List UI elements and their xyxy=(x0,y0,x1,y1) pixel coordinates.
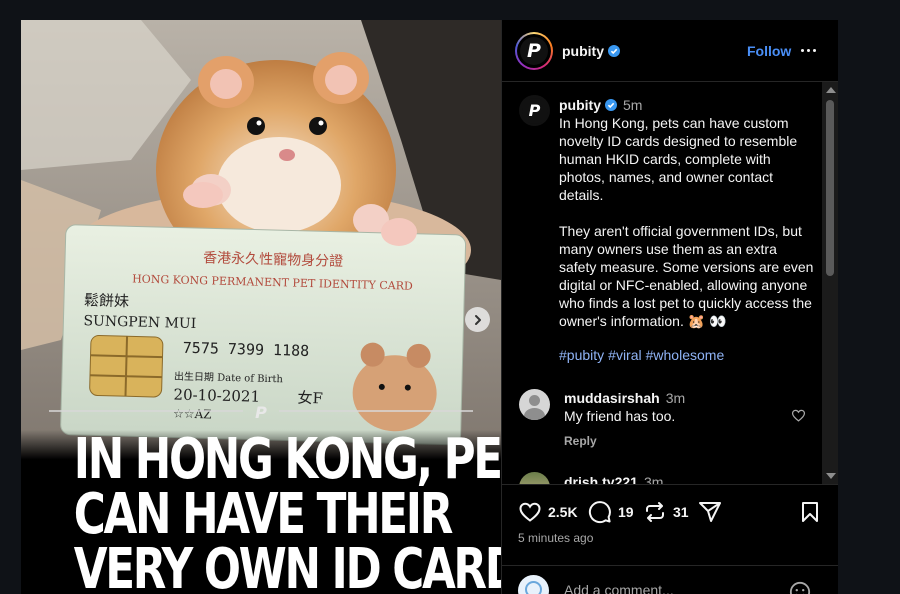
verified-badge-icon xyxy=(605,99,617,111)
heart-icon xyxy=(519,502,541,522)
follow-button[interactable]: Follow xyxy=(747,43,791,59)
pubity-logo-icon: P xyxy=(520,37,548,65)
author-username-text: pubity xyxy=(562,43,604,59)
user-avatar-icon xyxy=(525,581,542,594)
repost-icon xyxy=(646,502,664,522)
send-paper-plane-icon xyxy=(699,502,721,522)
reply-button[interactable]: Reply xyxy=(564,434,597,448)
comment-header: drish.ty221 3m xyxy=(564,474,663,484)
repost-button[interactable]: 31 xyxy=(643,500,689,524)
repost-count: 31 xyxy=(673,504,689,520)
emoji-icon[interactable] xyxy=(789,581,811,594)
post-headline: IN HONG KONG, PETS CAN HAVE THEIR VERY O… xyxy=(73,427,501,594)
more-options-icon[interactable] xyxy=(800,42,818,58)
caption-username[interactable]: pubity xyxy=(559,97,601,113)
headline-line: IN HONG KONG, PETS xyxy=(73,427,501,492)
caption-hashtags: #pubity #viral #wholesome xyxy=(559,347,728,363)
card-dob: 20-10-2021 xyxy=(173,385,260,405)
caption-text: In Hong Kong, pets can have custom novel… xyxy=(559,115,814,329)
comments-scrollbar[interactable] xyxy=(822,82,838,484)
commenter-avatar[interactable] xyxy=(519,389,550,420)
current-user-avatar[interactable] xyxy=(518,575,549,594)
hashtag-link[interactable]: #viral xyxy=(608,347,641,363)
comment-button[interactable]: 19 xyxy=(588,500,634,524)
comment-username[interactable]: drish.ty221 xyxy=(564,474,638,484)
card-name: SUNGPEN MUI xyxy=(83,313,196,332)
post-header: P pubity Follow xyxy=(502,20,838,82)
card-code: ☆☆AZ xyxy=(173,406,212,421)
add-comment-row xyxy=(502,565,838,594)
scroll-down-arrow-icon[interactable] xyxy=(826,473,836,479)
commenter-avatar[interactable] xyxy=(519,472,550,484)
post-side-panel: P pubity Follow P pubity 5m In Hong Kong,… xyxy=(501,20,838,594)
comment-username[interactable]: muddasirshah xyxy=(564,390,660,406)
pubity-logo-icon: P xyxy=(521,97,548,124)
caption-author-avatar[interactable]: P xyxy=(519,95,550,126)
comment-time[interactable]: 3m xyxy=(666,390,685,406)
svg-text:P: P xyxy=(255,403,267,422)
post-modal: 香港永久性寵物身分證 HONG KONG PERMANENT PET IDENT… xyxy=(21,20,838,594)
bookmark-icon xyxy=(802,502,818,522)
comment-text: My friend has too. xyxy=(564,408,676,424)
caption-header: pubity 5m xyxy=(559,97,642,113)
add-comment-input[interactable] xyxy=(564,582,774,594)
card-chinese-name: 鬆餅妹 xyxy=(84,291,129,310)
card-sex: 女F xyxy=(297,389,323,408)
like-button[interactable]: 2.5K xyxy=(518,500,578,524)
default-avatar-body xyxy=(524,408,545,420)
save-button[interactable] xyxy=(798,500,822,524)
scroll-up-arrow-icon[interactable] xyxy=(826,87,836,93)
chevron-right-icon xyxy=(474,314,481,325)
share-button[interactable] xyxy=(698,500,722,524)
like-comment-heart-icon[interactable] xyxy=(791,408,806,423)
author-username[interactable]: pubity xyxy=(562,43,620,59)
card-id-number: 7575 7399 1188 xyxy=(183,339,310,360)
caption-time[interactable]: 5m xyxy=(623,97,642,113)
comment-count: 19 xyxy=(618,504,634,520)
headline-line: CAN HAVE THEIR xyxy=(73,482,454,547)
comments-scroll-area[interactable]: P pubity 5m In Hong Kong, pets can have c… xyxy=(502,82,822,484)
comment-header: muddasirshah 3m xyxy=(564,390,685,406)
post-media[interactable]: 香港永久性寵物身分證 HONG KONG PERMANENT PET IDENT… xyxy=(21,20,501,594)
hashtag-link[interactable]: #wholesome xyxy=(646,347,725,363)
comment-time[interactable]: 3m xyxy=(644,474,663,484)
next-image-button[interactable] xyxy=(465,307,490,332)
hashtag-link[interactable]: #pubity xyxy=(559,347,604,363)
posted-time[interactable]: 5 minutes ago xyxy=(518,531,593,545)
author-avatar[interactable]: P xyxy=(515,32,553,70)
verified-badge-icon xyxy=(608,45,620,57)
like-count: 2.5K xyxy=(548,504,578,520)
post-actions: 2.5K 19 31 5 minutes ago xyxy=(502,484,838,594)
comment-bubble-icon xyxy=(588,501,611,524)
headline-line: VERY OWN ID CARD xyxy=(73,537,501,594)
scrollbar-thumb[interactable] xyxy=(826,100,834,276)
default-avatar-icon xyxy=(529,395,540,406)
author-avatar-inner: P xyxy=(517,34,551,68)
